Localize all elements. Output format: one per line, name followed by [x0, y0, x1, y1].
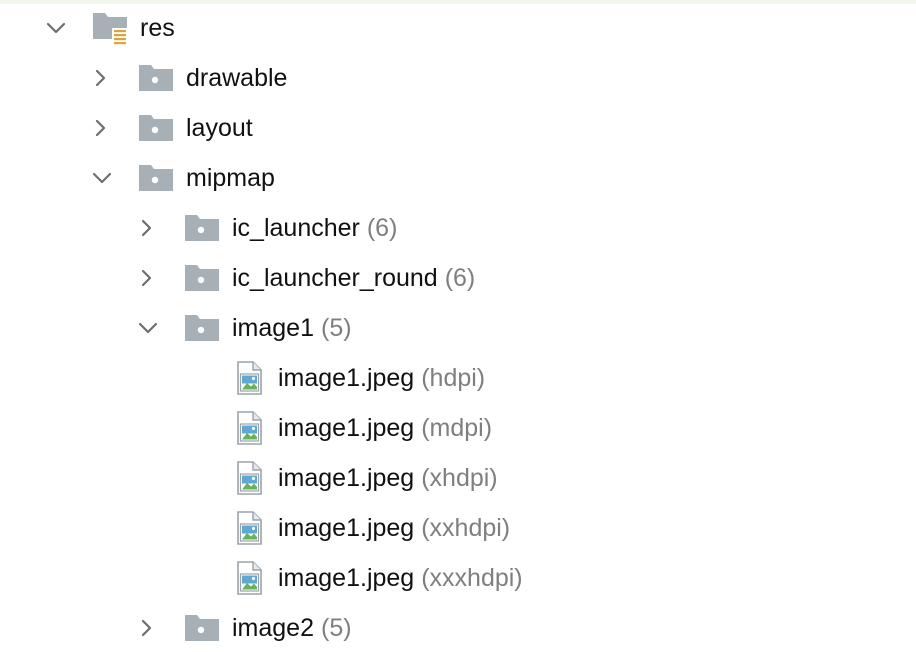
tree-node-image1-xxxhdpi[interactable]: image1.jpeg (xxxhdpi) [0, 554, 916, 602]
tree-node-ic-launcher-round[interactable]: ic_launcher_round (6) [0, 254, 916, 302]
tree-node-image2[interactable]: image2 (5) [0, 604, 916, 652]
image-file-icon [231, 360, 267, 396]
tree-node-image1-xhdpi[interactable]: image1.jpeg (xhdpi) [0, 454, 916, 502]
tree-node-label: image2 (5) [232, 614, 352, 642]
tree-node-label: layout [186, 114, 253, 142]
tree-node-ic-launcher[interactable]: ic_launcher (6) [0, 204, 916, 252]
tree-node-res[interactable]: res [0, 4, 916, 52]
image-file-icon [231, 460, 267, 496]
folder-icon [138, 60, 174, 96]
tree-node-mipmap[interactable]: mipmap [0, 154, 916, 202]
tree-node-image1[interactable]: image1 (5) [0, 304, 916, 352]
tree-node-label: image1.jpeg (mdpi) [278, 414, 493, 442]
chevron-right-icon[interactable] [88, 66, 112, 90]
tree-node-label: mipmap [186, 164, 275, 192]
tree-node-label: image1.jpeg (xxxhdpi) [278, 564, 523, 592]
tree-node-image1-hdpi[interactable]: image1.jpeg (hdpi) [0, 354, 916, 402]
chevron-right-icon[interactable] [88, 116, 112, 140]
tree-node-label: ic_launcher_round (6) [232, 264, 476, 292]
folder-icon [184, 310, 220, 346]
tree-node-image1-xxhdpi[interactable]: image1.jpeg (xxhdpi) [0, 504, 916, 552]
image-file-icon [231, 560, 267, 596]
tree-node-label: ic_launcher (6) [232, 214, 398, 242]
chevron-right-icon[interactable] [134, 616, 158, 640]
tree-node-label: image1 (5) [232, 314, 352, 342]
tree-node-layout[interactable]: layout [0, 104, 916, 152]
chevron-down-icon[interactable] [136, 316, 160, 340]
tree-node-image1-mdpi[interactable]: image1.jpeg (mdpi) [0, 404, 916, 452]
tree-node-label: res [140, 14, 175, 42]
res-folder-icon [92, 10, 128, 46]
chevron-right-icon[interactable] [134, 216, 158, 240]
folder-icon [138, 110, 174, 146]
tree-node-label: drawable [186, 64, 288, 92]
tree-node-label: image1.jpeg (xxhdpi) [278, 514, 511, 542]
folder-icon [184, 210, 220, 246]
tree-node-label: image1.jpeg (hdpi) [278, 364, 486, 392]
chevron-down-icon[interactable] [90, 166, 114, 190]
folder-icon [184, 260, 220, 296]
folder-icon [184, 610, 220, 646]
image-file-icon [231, 510, 267, 546]
folder-icon [138, 160, 174, 196]
tree-node-drawable[interactable]: drawable [0, 54, 916, 102]
tree-node-label: image1.jpeg (xhdpi) [278, 464, 498, 492]
image-file-icon [231, 410, 267, 446]
chevron-down-icon[interactable] [44, 16, 68, 40]
chevron-right-icon[interactable] [134, 266, 158, 290]
